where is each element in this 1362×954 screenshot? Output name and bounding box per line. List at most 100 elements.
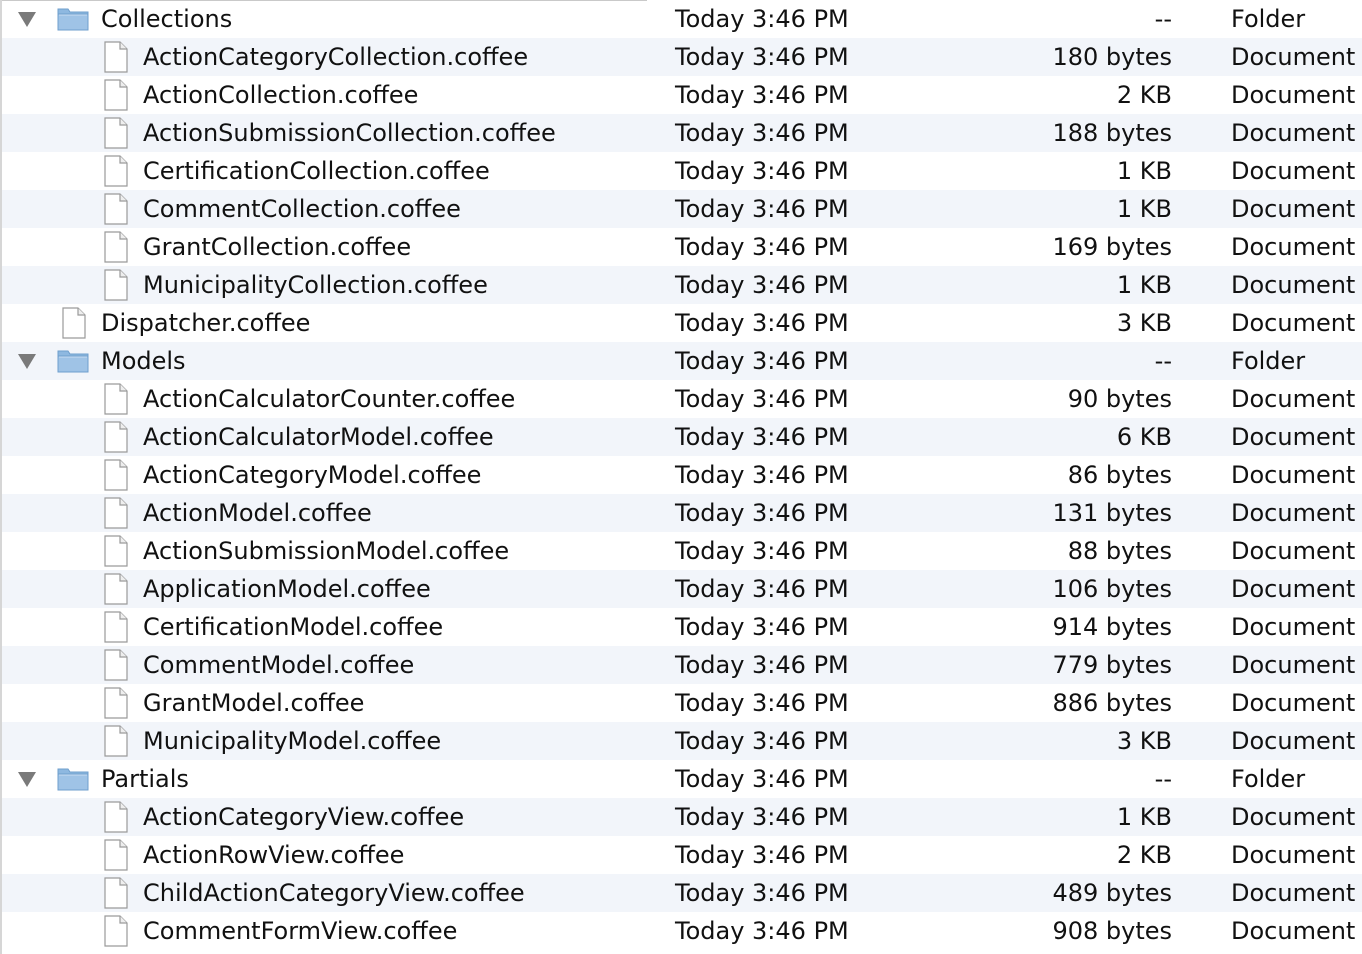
file-size: 908 bytes [1052, 917, 1172, 945]
date-modified: Today 3:46 PM [675, 43, 849, 71]
file-row[interactable]: ActionCalculatorModel.coffee Today 3:46 P… [2, 418, 1362, 456]
file-kind: Document [1231, 575, 1356, 603]
date-modified: Today 3:46 PM [675, 157, 849, 185]
item-name: CertificationModel.coffee [143, 613, 444, 641]
file-size: 1 KB [1116, 271, 1172, 299]
file-row[interactable]: ActionCategoryView.coffee Today 3:46 PM 1 … [2, 798, 1362, 836]
file-row[interactable]: Dispatcher.coffee Today 3:46 PM 3 KB Docume… [2, 304, 1362, 342]
file-size: 1 KB [1116, 195, 1172, 223]
file-size: -- [1154, 5, 1172, 33]
date-modified: Today 3:46 PM [675, 727, 849, 755]
file-row[interactable]: ActionSubmissionModel.coffee Today 3:46 P… [2, 532, 1362, 570]
file-kind: Document [1231, 233, 1356, 261]
file-size: 914 bytes [1052, 613, 1172, 641]
file-row[interactable]: ActionSubmissionCollection.coffee Today 3… [2, 114, 1362, 152]
item-name: CommentModel.coffee [143, 651, 415, 679]
item-name: CommentCollection.coffee [143, 195, 461, 223]
item-name: ActionSubmissionCollection.coffee [143, 119, 556, 147]
file-kind: Document [1231, 689, 1356, 717]
date-modified: Today 3:46 PM [675, 119, 849, 147]
item-name: GrantCollection.coffee [143, 233, 412, 261]
folder-row[interactable]: Partials Today 3:46 PM -- Folder [2, 760, 1362, 798]
file-size: 90 bytes [1067, 385, 1172, 413]
file-row[interactable]: CommentModel.coffee Today 3:46 PM 779 byte… [2, 646, 1362, 684]
file-size: 180 bytes [1052, 43, 1172, 71]
file-size: 86 bytes [1067, 461, 1172, 489]
item-name: CertificationCollection.coffee [143, 157, 490, 185]
file-kind: Document [1231, 423, 1356, 451]
finder-list-view: Collections Today 3:46 PM -- Folder ActionCa… [0, 0, 1362, 954]
file-kind: Document [1231, 651, 1356, 679]
file-kind: Document [1231, 309, 1356, 337]
file-row[interactable]: MunicipalityCollection.coffee Today 3:46 … [2, 266, 1362, 304]
item-name: ActionCalculatorModel.coffee [143, 423, 494, 451]
disclosure-triangle-icon[interactable] [18, 354, 36, 369]
folder-row[interactable]: Collections Today 3:46 PM -- Folder [2, 0, 1362, 38]
file-row[interactable]: ApplicationModel.coffee Today 3:46 PM 106 … [2, 570, 1362, 608]
file-size: 169 bytes [1052, 233, 1172, 261]
item-name: ActionCollection.coffee [143, 81, 419, 109]
file-size: 3 KB [1116, 309, 1172, 337]
disclosure-triangle-icon[interactable] [18, 12, 36, 27]
file-size: 489 bytes [1052, 879, 1172, 907]
item-name: GrantModel.coffee [143, 689, 365, 717]
file-row[interactable]: GrantCollection.coffee Today 3:46 PM 169 b… [2, 228, 1362, 266]
item-name: CommentFormView.coffee [143, 917, 458, 945]
item-name: ActionCategoryModel.coffee [143, 461, 482, 489]
file-row[interactable]: CertificationCollection.coffee Today 3:46… [2, 152, 1362, 190]
file-kind: Document [1231, 803, 1356, 831]
file-size: 3 KB [1116, 727, 1172, 755]
file-size: -- [1154, 347, 1172, 375]
file-kind: Document [1231, 879, 1356, 907]
file-row[interactable]: ActionCategoryModel.coffee Today 3:46 PM 8… [2, 456, 1362, 494]
file-row[interactable]: GrantModel.coffee Today 3:46 PM 886 bytes D… [2, 684, 1362, 722]
item-name: ActionRowView.coffee [143, 841, 405, 869]
file-size: 131 bytes [1052, 499, 1172, 527]
file-size: 188 bytes [1052, 119, 1172, 147]
date-modified: Today 3:46 PM [675, 575, 849, 603]
date-modified: Today 3:46 PM [675, 689, 849, 717]
item-name: Collections [101, 5, 233, 33]
file-kind: Document [1231, 613, 1356, 641]
file-kind: Document [1231, 43, 1356, 71]
item-name: ActionSubmissionModel.coffee [143, 537, 510, 565]
disclosure-triangle-icon[interactable] [18, 772, 36, 787]
date-modified: Today 3:46 PM [675, 765, 849, 793]
date-modified: Today 3:46 PM [675, 499, 849, 527]
file-kind: Folder [1231, 5, 1306, 33]
file-size: 1 KB [1116, 803, 1172, 831]
file-size: 1 KB [1116, 157, 1172, 185]
file-size: 88 bytes [1067, 537, 1172, 565]
file-row[interactable]: ActionCollection.coffee Today 3:46 PM 2 KB… [2, 76, 1362, 114]
file-row[interactable]: MunicipalityModel.coffee Today 3:46 PM 3 K… [2, 722, 1362, 760]
item-name: ActionCalculatorCounter.coffee [143, 385, 516, 413]
date-modified: Today 3:46 PM [675, 423, 849, 451]
file-kind: Document [1231, 195, 1356, 223]
date-modified: Today 3:46 PM [675, 5, 849, 33]
file-kind: Document [1231, 119, 1356, 147]
file-row[interactable]: ActionCategoryCollection.coffee Today 3:4… [2, 38, 1362, 76]
item-name: ActionCategoryView.coffee [143, 803, 465, 831]
date-modified: Today 3:46 PM [675, 537, 849, 565]
item-name: ApplicationModel.coffee [143, 575, 431, 603]
item-name: ChildActionCategoryView.coffee [143, 879, 525, 907]
file-row[interactable]: ActionCalculatorCounter.coffee Today 3:46… [2, 380, 1362, 418]
file-row[interactable]: CommentCollection.coffee Today 3:46 PM 1 K… [2, 190, 1362, 228]
folder-row[interactable]: Models Today 3:46 PM -- Folder [2, 342, 1362, 380]
file-size: 779 bytes [1052, 651, 1172, 679]
file-row[interactable]: CommentFormView.coffee Today 3:46 PM 908 b… [2, 912, 1362, 950]
file-row[interactable]: ActionRowView.coffee Today 3:46 PM 2 KB Doc… [2, 836, 1362, 874]
file-row[interactable]: ActionModel.coffee Today 3:46 PM 131 bytes… [2, 494, 1362, 532]
date-modified: Today 3:46 PM [675, 651, 849, 679]
date-modified: Today 3:46 PM [675, 309, 849, 337]
file-size: 6 KB [1116, 423, 1172, 451]
file-kind: Document [1231, 461, 1356, 489]
date-modified: Today 3:46 PM [675, 195, 849, 223]
file-kind: Document [1231, 81, 1356, 109]
file-row[interactable]: ChildActionCategoryView.coffee Today 3:46… [2, 874, 1362, 912]
date-modified: Today 3:46 PM [675, 841, 849, 869]
file-kind: Document [1231, 727, 1356, 755]
item-name: MunicipalityCollection.coffee [143, 271, 488, 299]
date-modified: Today 3:46 PM [675, 461, 849, 489]
file-row[interactable]: CertificationModel.coffee Today 3:46 PM 91… [2, 608, 1362, 646]
